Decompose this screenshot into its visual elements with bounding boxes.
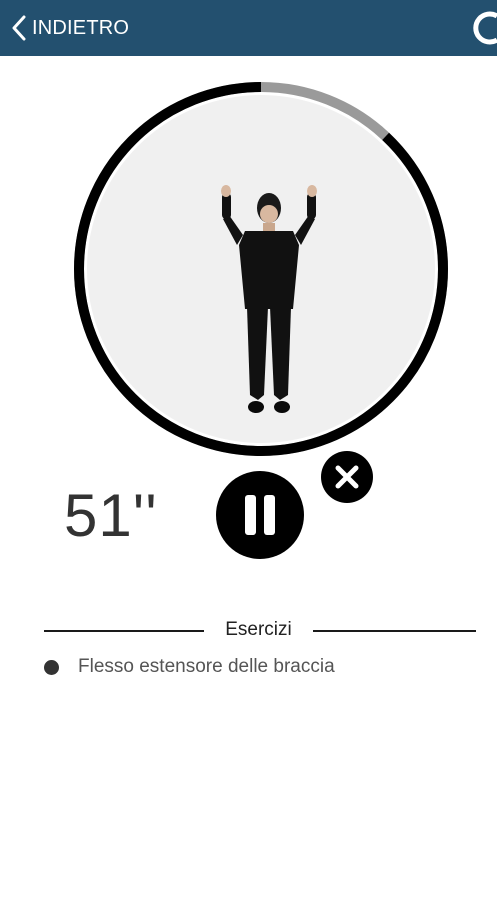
- bullet-icon: [44, 659, 59, 675]
- exercises-section-header: Esercizi: [44, 618, 476, 642]
- exercise-progress-ring: [72, 80, 450, 458]
- top-app-bar: INDIETRO: [0, 0, 497, 56]
- close-icon: [335, 465, 359, 489]
- exercise-timer: 51'': [64, 482, 158, 549]
- refresh-icon[interactable]: [467, 8, 497, 48]
- pause-button[interactable]: [216, 471, 304, 559]
- section-title: Esercizi: [225, 619, 292, 640]
- athlete-figure: [221, 185, 317, 413]
- exercise-list-item[interactable]: Flesso estensore delle braccia: [44, 654, 335, 680]
- chevron-left-icon: [8, 10, 30, 46]
- stop-workout-button[interactable]: [321, 451, 373, 503]
- back-label: INDIETRO: [32, 16, 130, 39]
- divider-line: [44, 630, 204, 632]
- exercise-image: [87, 95, 435, 443]
- exercise-label: Flesso estensore delle braccia: [78, 656, 335, 677]
- divider-line: [313, 630, 476, 632]
- back-button[interactable]: INDIETRO: [8, 10, 129, 46]
